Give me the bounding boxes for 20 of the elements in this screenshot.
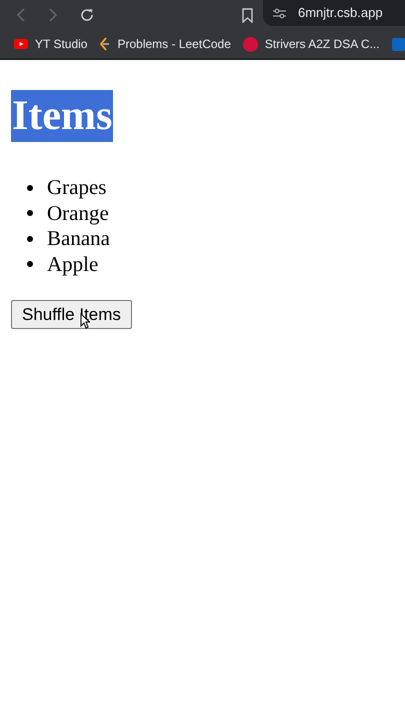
- round-logo-icon: [242, 36, 258, 52]
- bullet-icon: [27, 236, 33, 242]
- list-item: Banana: [47, 226, 110, 252]
- code-logo-icon: [99, 37, 110, 51]
- play-logo-icon: [14, 39, 28, 49]
- reload-icon[interactable]: [80, 8, 94, 22]
- list-item: Apple: [47, 252, 98, 277]
- site-settings-icon[interactable]: [273, 8, 286, 18]
- bullet-icon: [27, 210, 33, 216]
- list-item: Grapes: [47, 175, 106, 200]
- bookmark-icon[interactable]: [242, 8, 253, 22]
- address-bar[interactable]: 6mnjtr.csb.app: [263, 0, 405, 26]
- bookmark-link[interactable]: Problems - LeetCode: [117, 35, 231, 53]
- selected-heading: Items: [11, 90, 114, 142]
- bullet-icon: [27, 184, 33, 191]
- url-text: 6mnjtr.csb.app: [298, 4, 383, 22]
- bookmark-link[interactable]: YT Studio: [35, 35, 88, 53]
- bullet-icon: [27, 261, 33, 268]
- bookmark-link[interactable]: Strivers A2Z DSA C...: [264, 35, 380, 53]
- list-item: Orange: [47, 200, 109, 226]
